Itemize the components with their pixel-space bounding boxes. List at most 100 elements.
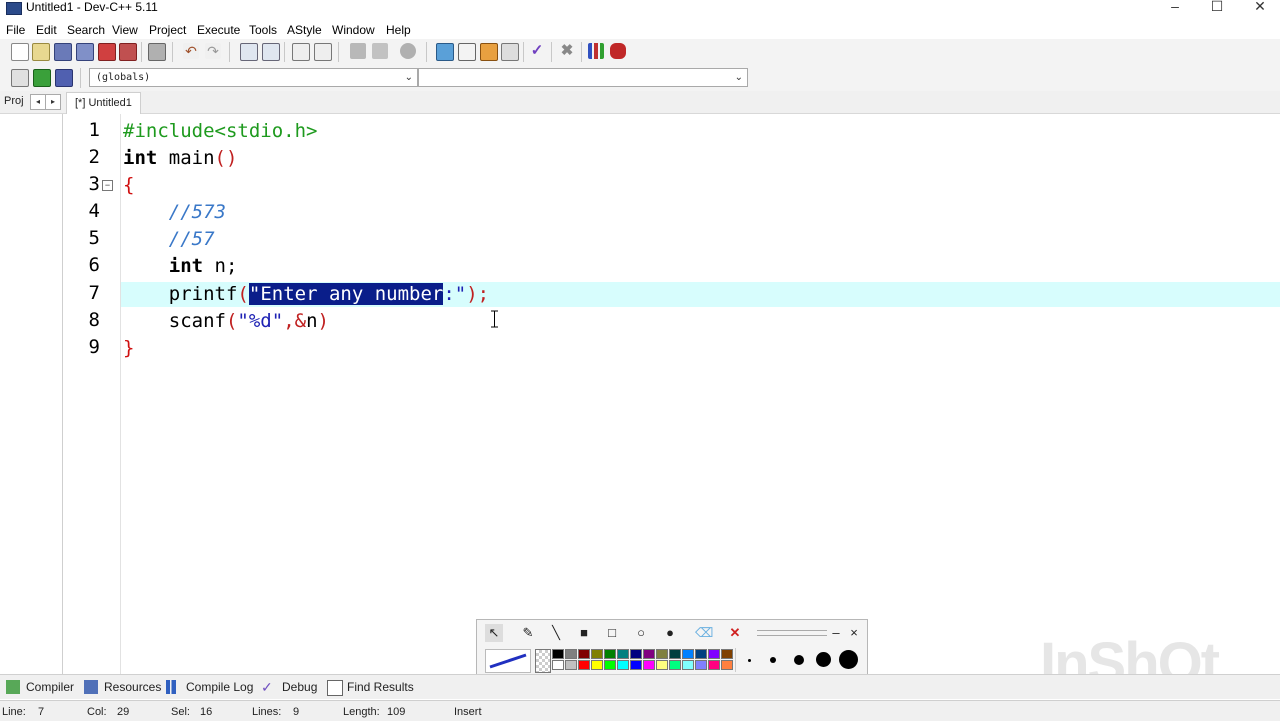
stop-execution-icon[interactable]: ✖ xyxy=(559,43,575,59)
new-project-icon[interactable] xyxy=(436,43,454,61)
bookmark-next-icon[interactable] xyxy=(372,43,388,59)
fullscreen-icon[interactable] xyxy=(458,43,476,61)
color-swatch[interactable] xyxy=(552,649,564,659)
tab-compiler[interactable]: Compiler xyxy=(26,680,74,694)
color-swatch[interactable] xyxy=(656,649,668,659)
goto-back-icon[interactable] xyxy=(33,69,51,87)
replace-icon[interactable] xyxy=(262,43,280,61)
drag-handle[interactable] xyxy=(757,630,827,636)
tab-find-results[interactable]: Find Results xyxy=(347,680,414,694)
menu-help[interactable]: Help xyxy=(386,23,411,37)
toggle-bookmark-icon[interactable] xyxy=(400,43,416,59)
code-editor[interactable]: 1 2 3 − 4 5 6 7 8 9 #include<stdio.h> in… xyxy=(66,114,1280,674)
color-swatch[interactable] xyxy=(565,660,577,670)
pointer-tool-icon[interactable]: ↖ xyxy=(485,624,503,642)
color-swatch[interactable] xyxy=(604,660,616,670)
find-icon[interactable] xyxy=(240,43,258,61)
color-swatch[interactable] xyxy=(630,649,642,659)
eraser-tool-icon[interactable]: ⌫ xyxy=(695,624,713,642)
color-swatch[interactable] xyxy=(682,660,694,670)
color-swatch[interactable] xyxy=(656,660,668,670)
menu-view[interactable]: View xyxy=(112,23,138,37)
color-swatch[interactable] xyxy=(617,649,629,659)
color-swatch[interactable] xyxy=(695,649,707,659)
color-swatch[interactable] xyxy=(721,660,733,670)
transparent-swatch[interactable] xyxy=(535,649,551,673)
screen-draw-toolbar[interactable]: ↖ ✎ ╲ ■ □ ○ ● ⌫ ✕ – × xyxy=(476,619,868,677)
brush-size-3-icon[interactable] xyxy=(794,655,804,665)
brush-size-5-icon[interactable] xyxy=(839,650,858,669)
indent-icon[interactable] xyxy=(314,43,332,61)
insert-icon[interactable] xyxy=(11,69,29,87)
tab-debug[interactable]: Debug xyxy=(282,680,317,694)
tab-resources[interactable]: Resources xyxy=(104,680,161,694)
rect-tool-icon[interactable]: □ xyxy=(603,624,621,642)
color-swatch[interactable] xyxy=(669,649,681,659)
open-file-icon[interactable] xyxy=(32,43,50,61)
line-tool-icon[interactable]: ╲ xyxy=(547,624,565,642)
goto-line-icon[interactable] xyxy=(292,43,310,61)
color-swatch[interactable] xyxy=(708,649,720,659)
color-swatch[interactable] xyxy=(604,649,616,659)
brush-size-4-icon[interactable] xyxy=(816,652,831,667)
menu-astyle[interactable]: AStyle xyxy=(287,23,322,37)
profile-chart-icon[interactable] xyxy=(588,43,604,59)
menu-project[interactable]: Project xyxy=(149,23,186,37)
filled-rect-tool-icon[interactable]: ■ xyxy=(575,624,593,642)
color-swatch[interactable] xyxy=(591,660,603,670)
menu-file[interactable]: File xyxy=(6,23,25,37)
tab-nav-right-button[interactable]: ▸ xyxy=(45,94,61,110)
filled-ellipse-tool-icon[interactable]: ● xyxy=(661,624,679,642)
fold-marker-icon[interactable]: − xyxy=(102,180,113,191)
color-swatch[interactable] xyxy=(643,649,655,659)
class-browser-icon[interactable] xyxy=(480,43,498,61)
menu-edit[interactable]: Edit xyxy=(36,23,57,37)
check-syntax-icon[interactable]: ✓ xyxy=(529,43,545,59)
tab-nav-left-button[interactable]: ◂ xyxy=(30,94,46,110)
undo-icon[interactable]: ↶ xyxy=(183,43,199,59)
color-swatch[interactable] xyxy=(695,660,707,670)
print-icon[interactable] xyxy=(148,43,166,61)
brush-size-2-icon[interactable] xyxy=(770,657,776,663)
color-swatch[interactable] xyxy=(578,660,590,670)
color-swatch[interactable] xyxy=(617,660,629,670)
function-combo[interactable]: ⌄ xyxy=(418,68,748,87)
color-swatch[interactable] xyxy=(682,649,694,659)
menu-search[interactable]: Search xyxy=(67,23,105,37)
color-swatch[interactable] xyxy=(552,660,564,670)
color-swatch[interactable] xyxy=(630,660,642,670)
redo-icon[interactable]: ↷ xyxy=(205,43,221,59)
close-file-icon[interactable] xyxy=(98,43,116,61)
tab-project[interactable]: Proj xyxy=(4,95,24,107)
tab-compile-log[interactable]: Compile Log xyxy=(186,680,253,694)
pen-tool-icon[interactable]: ✎ xyxy=(519,624,537,642)
new-file-icon[interactable] xyxy=(11,43,29,61)
color-swatch[interactable] xyxy=(669,660,681,670)
menu-execute[interactable]: Execute xyxy=(197,23,240,37)
project-panel[interactable] xyxy=(0,114,63,674)
compile-icon[interactable] xyxy=(501,43,519,61)
paint-close-button[interactable]: × xyxy=(847,624,861,642)
ellipse-tool-icon[interactable]: ○ xyxy=(632,624,650,642)
tab-untitled1[interactable]: [*] Untitled1 xyxy=(66,92,141,114)
debug-bug-icon[interactable] xyxy=(610,43,626,59)
menu-window[interactable]: Window xyxy=(332,23,375,37)
close-button[interactable]: ✕ xyxy=(1245,0,1275,14)
color-swatch[interactable] xyxy=(643,660,655,670)
maximize-button[interactable]: ☐ xyxy=(1202,0,1232,14)
save-icon[interactable] xyxy=(54,43,72,61)
color-swatch[interactable] xyxy=(721,649,733,659)
clear-tool-icon[interactable]: ✕ xyxy=(726,624,744,642)
color-swatch[interactable] xyxy=(708,660,720,670)
scope-combo[interactable]: (globals) ⌄ xyxy=(89,68,418,87)
save-all-icon[interactable] xyxy=(76,43,94,61)
close-all-icon[interactable] xyxy=(119,43,137,61)
selected-text[interactable]: Enter any number xyxy=(260,283,444,305)
goto-definition-icon[interactable] xyxy=(55,69,73,87)
color-swatch[interactable] xyxy=(565,649,577,659)
bookmark-prev-icon[interactable] xyxy=(350,43,366,59)
color-swatch[interactable] xyxy=(578,649,590,659)
paint-minimize-button[interactable]: – xyxy=(829,624,843,642)
menu-tools[interactable]: Tools xyxy=(249,23,277,37)
minimize-button[interactable]: – xyxy=(1160,0,1190,14)
